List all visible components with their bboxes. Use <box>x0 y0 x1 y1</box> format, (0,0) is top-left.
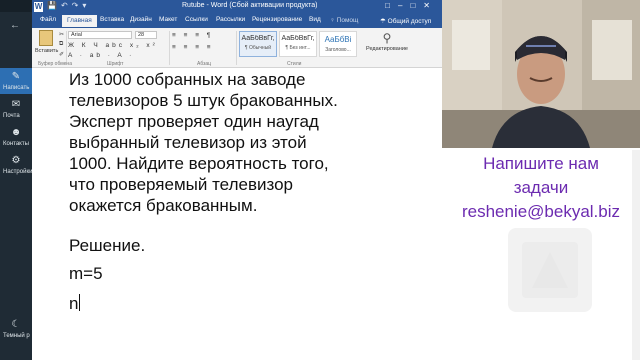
promo-line-2: задачи <box>513 178 569 197</box>
paste-label: Вставить <box>35 48 59 54</box>
tab-insert[interactable]: Вставка <box>100 16 124 23</box>
tab-file[interactable]: Файл <box>40 16 56 23</box>
style-normal[interactable]: АаБбВвГг, ¶ Обычный <box>239 31 277 57</box>
solution-heading: Решение. <box>69 236 146 255</box>
screen: ← ✎ Написать ✉ Почта ☻ Контакты ⚙ Настро… <box>0 0 640 360</box>
tab-layout[interactable]: Макет <box>159 16 177 23</box>
tab-review[interactable]: Рецензирование <box>252 16 302 23</box>
share-button[interactable]: ☂ Общий доступ <box>380 17 431 25</box>
magnifier-icon: ⚲ <box>382 31 392 45</box>
text-cursor <box>79 294 81 311</box>
style-name: ¶ Обычный <box>244 45 272 51</box>
problem-text: Из 1000 собранных на заводе телевизоров … <box>69 69 409 216</box>
divider <box>66 31 67 65</box>
pencil-icon: ✎ <box>11 71 21 82</box>
mail-icon: ✉ <box>11 99 21 110</box>
style-no-spacing[interactable]: АаБбВвГг, ¶ Без инт... <box>279 31 317 57</box>
group-label-font: Шрифт <box>107 61 124 67</box>
text-line: окажется бракованным. <box>69 196 258 215</box>
word-logo-icon: W <box>34 2 43 12</box>
m-line: m=5 <box>69 264 103 283</box>
sidebar-top-bar <box>0 0 32 12</box>
styles-gallery: АаБбВвГг, ¶ Обычный АаБбВвГг, ¶ Без инт.… <box>239 31 359 59</box>
window-controls[interactable]: □–□✕ <box>385 1 438 10</box>
editing-label: Редактирование <box>366 46 408 52</box>
title-bar: W 💾↶↷▾ Rutube - Word (Сбой активации про… <box>32 0 442 14</box>
style-heading[interactable]: АаБбВі Заголово... <box>319 31 357 57</box>
sidebar-item-label: Контакты <box>3 141 29 147</box>
quick-access-toolbar[interactable]: 💾↶↷▾ <box>47 1 90 10</box>
text-line: что проверяемый телевизор <box>69 175 293 194</box>
promo-email[interactable]: reshenie@bekyal.biz <box>442 201 640 223</box>
sidebar-item-settings[interactable]: ⚙ Настройки <box>0 154 32 180</box>
divider <box>236 31 237 65</box>
format-painter-icon[interactable]: ✐ <box>59 51 64 58</box>
promo-line-1: Напишите нам <box>483 154 599 173</box>
sidebar-item-label: Почта <box>3 113 20 119</box>
font-format-buttons[interactable]: Ж К Ч abc x₂ x² <box>68 42 158 49</box>
tab-references[interactable]: Ссылки <box>185 16 208 23</box>
tell-me-search[interactable]: ♀ Помощ <box>330 17 358 24</box>
divider <box>169 31 170 65</box>
ribbon-tabs: Файл Главная Вставка Дизайн Макет Ссылки… <box>32 14 442 28</box>
text-line: Из 1000 собранных на заводе <box>69 70 306 89</box>
style-name: ¶ Без инт... <box>285 45 311 51</box>
ribbon-home: Вставить ✂ ⧉ ✐ Arial 28 Ж К Ч abc x₂ x² … <box>32 28 442 68</box>
style-name: Заголово... <box>325 47 351 53</box>
tab-design[interactable]: Дизайн <box>130 16 152 23</box>
back-arrow-icon[interactable]: ← <box>10 20 20 31</box>
text-line: 1000. Найдите вероятность того, <box>69 154 329 173</box>
scrollbar[interactable] <box>632 150 640 360</box>
copy-icon[interactable]: ⧉ <box>59 41 63 48</box>
gear-icon: ⚙ <box>11 155 21 166</box>
editing-button[interactable]: ⚲ Редактирование <box>362 30 412 52</box>
font-size-select[interactable]: 28 <box>135 31 157 39</box>
sidebar-item-compose[interactable]: ✎ Написать <box>0 70 32 96</box>
tab-mailings[interactable]: Рассылки <box>216 16 245 23</box>
group-label-paragraph: Абзац <box>197 61 212 67</box>
group-label-styles: Стили <box>287 61 302 67</box>
paragraph-buttons[interactable]: ≡ ≡ ≡ ¶ <box>172 32 213 39</box>
text-line: Эксперт проверяет один наугад <box>69 112 319 131</box>
watermark-logo <box>508 228 592 312</box>
cut-icon[interactable]: ✂ <box>59 31 64 38</box>
text-line: выбранный телевизор из этой <box>69 133 307 152</box>
font-name-select[interactable]: Arial <box>68 31 132 39</box>
theme-toggle-label: Темный р <box>3 333 30 339</box>
sidebar-item-mail[interactable]: ✉ Почта <box>0 98 32 124</box>
style-preview: АаБбВі <box>324 35 352 44</box>
tab-home[interactable]: Главная <box>62 15 97 27</box>
n-line: n <box>69 293 409 314</box>
webcam-video <box>442 0 640 148</box>
text-line: телевизоров 5 штук бракованных. <box>69 91 338 110</box>
group-label-clipboard: Буфер обмена <box>38 61 72 67</box>
window-title: Rutube - Word (Сбой активации продукта) <box>182 2 318 9</box>
n-line-text: n <box>69 294 79 313</box>
webcam-scene <box>442 0 640 148</box>
contacts-icon: ☻ <box>10 127 22 138</box>
tab-view[interactable]: Вид <box>309 16 321 23</box>
mail-sidebar: ← ✎ Написать ✉ Почта ☻ Контакты ⚙ Настро… <box>0 0 32 360</box>
word-window: W 💾↶↷▾ Rutube - Word (Сбой активации про… <box>32 0 442 360</box>
font-color-buttons[interactable]: A · ab · A · <box>68 52 134 59</box>
clipboard-icon <box>39 30 53 46</box>
document-page[interactable]: Из 1000 собранных на заводе телевизоров … <box>32 69 442 360</box>
alignment-buttons[interactable]: ≡ ≡ ≡ ≡ <box>172 44 214 51</box>
sidebar-item-label: Настройки <box>3 169 32 175</box>
sidebar-item-label: Написать <box>3 85 30 91</box>
style-preview: АаБбВвГг, <box>241 35 275 42</box>
theme-toggle[interactable]: ☾ Темный р <box>0 318 32 344</box>
right-panel: Напишите нам задачи reshenie@bekyal.biz <box>442 0 640 360</box>
moon-icon: ☾ <box>11 319 21 330</box>
style-preview: АаБбВвГг, <box>281 35 315 42</box>
sidebar-item-contacts[interactable]: ☻ Контакты <box>0 126 32 152</box>
paste-button[interactable]: Вставить <box>35 30 59 54</box>
